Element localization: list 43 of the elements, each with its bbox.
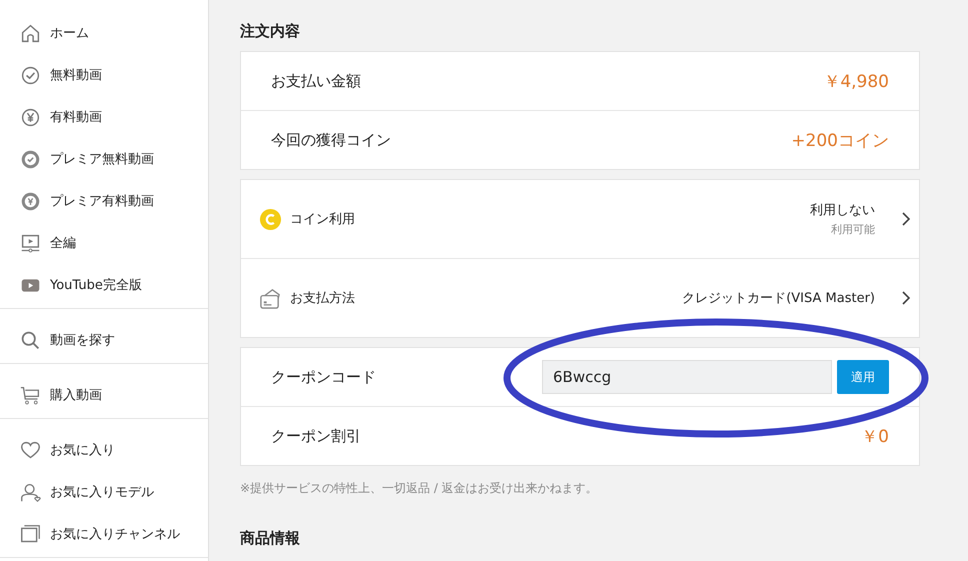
nav-item[interactable]: お気に入り (0, 429, 208, 471)
amount-value: ￥0 (861, 426, 889, 448)
chevron-right-icon[interactable] (901, 290, 911, 306)
row-label: お支払方法 (290, 290, 356, 307)
row-label: コイン利用 (290, 211, 356, 228)
nav-item[interactable]: 有料動画 (0, 96, 208, 138)
channel-icon (20, 524, 41, 544)
notice-text: ※提供サービスの特性上、一切返品 / 返金はお受け出来かねます。 (240, 480, 599, 497)
nav-item[interactable]: YouTube完全版 (0, 264, 208, 306)
nav-item[interactable]: お気に入りモデル (0, 471, 208, 513)
cart-icon (20, 384, 41, 406)
amount-value: ￥4,980 (823, 70, 889, 92)
coin-icon (259, 208, 282, 230)
credit-card-icon (259, 286, 282, 310)
search-icon (20, 330, 41, 350)
yen-icon (20, 106, 41, 128)
video-icon (20, 232, 41, 254)
row-value: 利用しない (810, 202, 875, 219)
person-icon (20, 482, 41, 502)
nav-item[interactable]: ホーム (0, 12, 208, 54)
home-icon (20, 22, 41, 44)
nav-item[interactable]: 全編 (0, 222, 208, 264)
nav-item[interactable]: お気に入りチャンネル (0, 513, 208, 555)
nav-item[interactable]: プレミア有料動画 (0, 180, 208, 222)
nav-item[interactable]: 購入動画 (0, 374, 208, 416)
nav-item[interactable]: 動画を探す (0, 319, 208, 361)
row-value: クレジットカード(VISA Master) (682, 290, 875, 307)
row-subtext: 利用可能 (831, 222, 875, 237)
row-label: クーポンコード (271, 368, 377, 386)
row-label: クーポン割引 (271, 426, 362, 446)
nav-item[interactable]: プレミア無料動画 (0, 138, 208, 180)
premium-yen-icon (20, 190, 41, 212)
row-label: 今回の獲得コイン (271, 130, 392, 150)
row-label: お支払い金額 (271, 72, 362, 90)
check-icon (20, 64, 41, 86)
coupon-input[interactable]: 6Bwccg (542, 360, 832, 394)
section-title: 商品情報 (240, 529, 301, 548)
section-title: 注文内容 (240, 22, 301, 41)
amount-value: +200コイン (791, 130, 889, 152)
premium-check-icon (20, 148, 41, 170)
heart-icon (20, 440, 41, 460)
chevron-right-icon[interactable] (901, 211, 911, 227)
nav-item[interactable]: 無料動画 (0, 54, 208, 96)
